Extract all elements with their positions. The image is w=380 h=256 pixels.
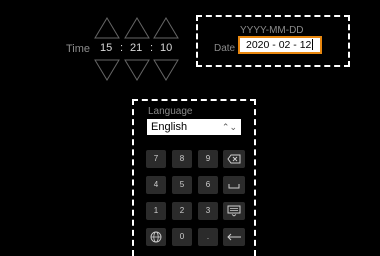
key-1[interactable]: 1 xyxy=(146,202,166,220)
enter-icon xyxy=(227,233,241,241)
time-separator: : xyxy=(150,42,154,54)
key-4[interactable]: 4 xyxy=(146,176,166,194)
language-label: Language xyxy=(148,106,193,117)
second-down-arrow-icon[interactable] xyxy=(153,59,179,81)
hour-up-arrow-icon[interactable] xyxy=(94,17,120,39)
language-switch-key[interactable] xyxy=(146,228,166,246)
second-up-arrow-icon[interactable] xyxy=(153,17,179,39)
key-3[interactable]: 3 xyxy=(198,202,218,220)
hour-value[interactable]: 15 xyxy=(100,42,112,54)
time-separator: : xyxy=(120,42,124,54)
second-value[interactable]: 10 xyxy=(160,42,172,54)
key-5[interactable]: 5 xyxy=(172,176,192,194)
text-caret xyxy=(312,39,314,50)
key-7[interactable]: 7 xyxy=(146,150,166,168)
key-8[interactable]: 8 xyxy=(172,150,192,168)
backspace-icon xyxy=(227,154,241,164)
language-selected-value: English xyxy=(151,121,188,133)
minute-down-arrow-icon[interactable] xyxy=(124,59,150,81)
keyboard-icon xyxy=(227,205,241,217)
key-6[interactable]: 6 xyxy=(198,176,218,194)
minute-up-arrow-icon[interactable] xyxy=(124,17,150,39)
keyboard-hide-key[interactable] xyxy=(223,202,245,220)
globe-icon xyxy=(150,231,162,243)
date-input[interactable]: 2020 - 02 - 12 xyxy=(238,36,322,54)
date-label: Date xyxy=(214,43,236,54)
space-key[interactable] xyxy=(223,176,245,194)
date-value: 2020 - 02 - 12 xyxy=(246,39,312,51)
key-0[interactable]: 0 xyxy=(172,228,192,246)
select-arrows-icon: ⌃⌄ xyxy=(221,122,237,132)
time-label: Time xyxy=(66,43,91,55)
key-9[interactable]: 9 xyxy=(198,150,218,168)
enter-key[interactable] xyxy=(223,228,245,246)
minute-value[interactable]: 21 xyxy=(130,42,142,54)
backspace-key[interactable] xyxy=(223,150,245,168)
date-format-hint: YYYY-MM-DD xyxy=(240,25,304,36)
space-icon xyxy=(228,184,240,189)
language-select[interactable]: English ⌃⌄ xyxy=(147,119,241,135)
key-2[interactable]: 2 xyxy=(172,202,192,220)
key-dot[interactable]: . xyxy=(198,228,218,246)
hour-down-arrow-icon[interactable] xyxy=(94,59,120,81)
